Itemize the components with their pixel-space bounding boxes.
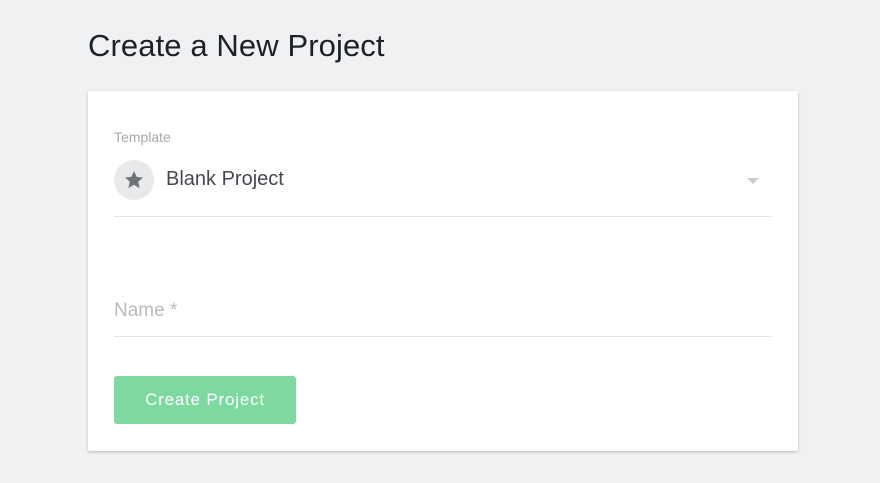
template-label: Template [114, 129, 171, 145]
star-icon [114, 160, 154, 200]
chevron-down-icon[interactable] [747, 178, 759, 184]
create-project-button[interactable]: Create Project [114, 376, 296, 424]
star-icon-glyph [125, 171, 143, 189]
name-field [114, 287, 771, 337]
page: Create a New Project Template Blank Proj… [0, 0, 880, 483]
template-select[interactable]: Blank Project [114, 159, 771, 217]
template-selected-value: Blank Project [166, 168, 284, 190]
create-project-card: Template Blank Project Create Project [88, 91, 798, 451]
page-title: Create a New Project [88, 28, 385, 63]
name-input[interactable] [114, 293, 771, 329]
